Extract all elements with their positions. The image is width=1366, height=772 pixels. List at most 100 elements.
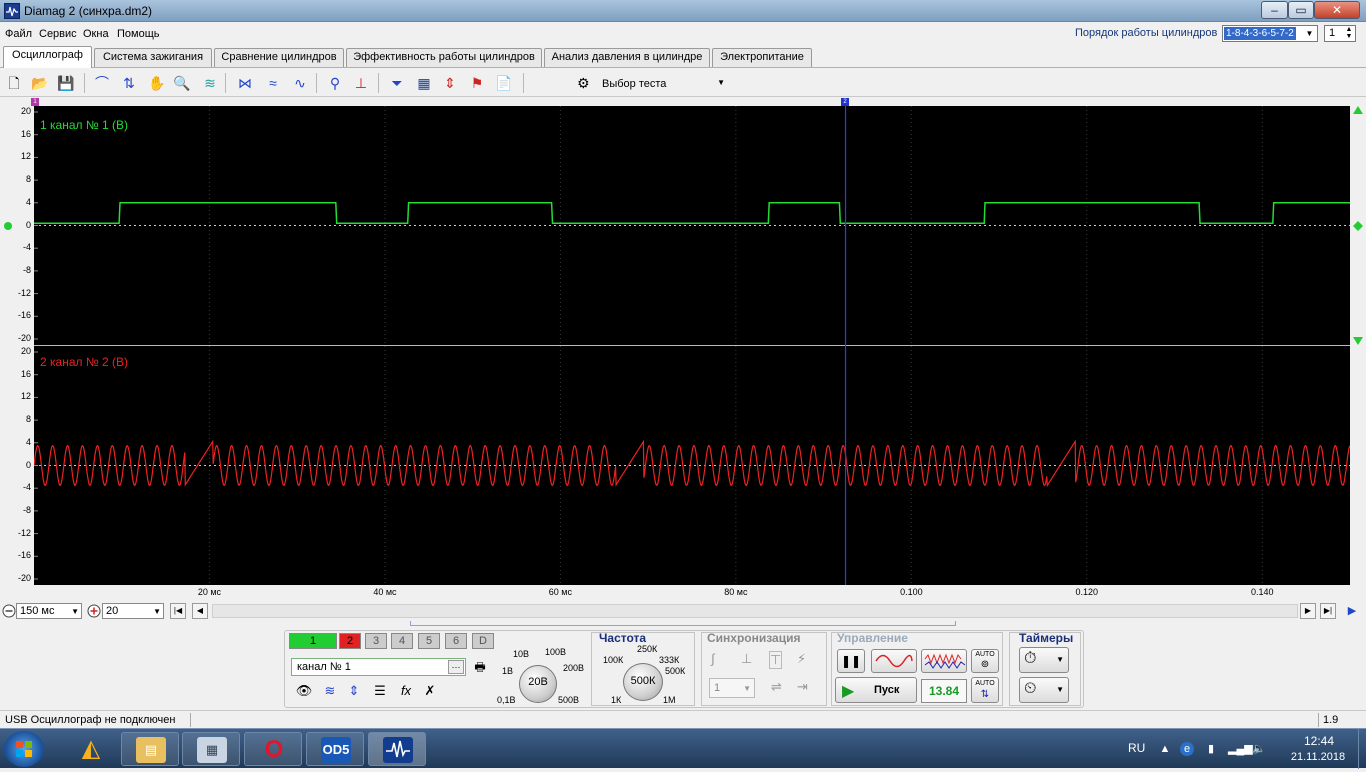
channel-1-offset-marker[interactable] [2,220,14,232]
timebase-select[interactable]: 150 мс ▼ [16,603,82,619]
clock-date[interactable]: 21.11.2018 [1286,751,1350,763]
taskbar-app-diamag[interactable] [368,732,426,766]
measure-icon[interactable]: ⇅ [118,72,140,94]
zoom-icon[interactable]: 🔍 [171,72,193,94]
panel-splitter[interactable] [410,621,956,626]
filter-icon[interactable]: ≋ [199,72,221,94]
channel-filter-icon[interactable]: ⏷ [386,72,408,94]
rising-edge-icon[interactable]: ∫ [711,651,715,666]
taskbar-app[interactable]: ▦ [182,732,240,766]
chevron-down-icon[interactable]: ▼ [1303,27,1316,40]
timer-1-button[interactable]: ⏱ ▼ [1019,647,1069,673]
grid-icon[interactable]: ▦ [413,72,435,94]
overlay-wave-icon[interactable]: ∿ [289,72,311,94]
channel-2-button[interactable]: 2 [339,633,361,649]
sync-level-icon[interactable]: ⇌ [771,679,782,695]
cursor-arc-icon[interactable]: ⌒ [91,72,113,94]
taskbar-app[interactable]: OD5 [306,732,364,766]
test-select[interactable]: ⚙ Выбор теста ▼ [572,72,730,94]
menu-file[interactable]: Файл [5,28,32,40]
tab-pressure-analysis[interactable]: Анализ давления в цилиндре [544,48,710,67]
horizontal-cursor-icon[interactable]: ⇕ [439,72,461,94]
scale-select[interactable]: 20 ▼ [102,603,164,619]
scroll-up-icon[interactable] [1352,105,1364,115]
show-desktop-button[interactable] [1358,729,1366,769]
taskbar-app[interactable]: ▤ [121,732,179,766]
menu-service[interactable]: Сервис [39,28,77,40]
tools-icon[interactable]: ✗ [419,681,441,701]
tab-ignition[interactable]: Система зажигания [94,48,212,67]
taskbar-app[interactable]: ◭ [62,732,118,766]
channel-1-button[interactable]: 1 [289,633,337,649]
wave-stack-icon[interactable]: ≈ [262,72,284,94]
channel-6-button[interactable]: 6 [445,633,467,649]
rising-step-icon[interactable]: ⊥ [741,651,752,667]
sync-channel-select[interactable]: 1 ▼ [709,678,755,698]
tray-app-icon[interactable]: e [1180,742,1194,756]
step-left-icon[interactable]: ◀ [192,603,208,619]
single-wave-button[interactable] [871,649,917,673]
channel-1-right-marker[interactable] [1352,220,1364,232]
eye-icon[interactable]: 👁 [293,681,315,701]
function-icon[interactable]: fx [395,681,417,701]
menu-windows[interactable]: Окна [83,28,109,40]
open-folder-icon[interactable]: 📂 [29,72,51,94]
channel-5-button[interactable]: 5 [418,633,440,649]
hand-icon[interactable]: ✋ [146,72,168,94]
tab-power-supply[interactable]: Электропитание [712,48,812,67]
go-start-icon[interactable]: |◀ [170,603,186,619]
channel-4-button[interactable]: 4 [391,633,413,649]
vertical-move-icon[interactable]: ⇕ [343,681,365,701]
cylinder-spinner[interactable]: 1 ▲ ▼ [1324,25,1356,42]
close-button[interactable]: ✕ [1314,1,1360,19]
play-icon[interactable]: ▶ [1344,604,1360,618]
auto-sync-icon[interactable]: ⚡ [797,651,806,667]
start-button[interactable]: ▶ Пуск [835,677,917,703]
horizontal-scrollbar[interactable] [212,604,1298,618]
cylinder-order-select[interactable]: 1-8-4-3-6-5-7-2 ▼ [1222,25,1318,42]
go-end-icon[interactable]: ▶| [1320,603,1336,619]
tab-oscilloscope[interactable]: Осциллограф [3,46,92,68]
scroll-down-icon[interactable] [1352,336,1364,346]
auto-mode-button[interactable]: AUTO ⊚ [971,649,999,673]
cursor-marker-1[interactable]: 1 [31,98,39,106]
tray-device-icon[interactable]: ▮ [1204,742,1218,756]
oscilloscope-screen[interactable] [34,106,1350,585]
pause-icon[interactable]: ❚❚ [837,649,865,673]
spread-icon[interactable]: ⋈ [234,72,256,94]
taskbar-app[interactable]: O [244,732,302,766]
signal-icon[interactable]: ▂▄▆ [1228,742,1253,756]
clock-time[interactable]: 12:44 [1290,734,1348,748]
filter-wave-icon[interactable]: ≋ [319,681,341,701]
flag-icon[interactable]: ⚑ [466,72,488,94]
auto-record-button[interactable]: AUTO ⇅ [971,677,999,703]
zoom-in-icon[interactable] [87,604,101,618]
sync-shift-icon[interactable]: ⇥ [797,679,808,695]
start-button[interactable] [4,731,44,767]
spinner-arrows-icon[interactable]: ▲ ▼ [1344,26,1354,40]
step-right-icon[interactable]: ▶ [1300,603,1316,619]
minimize-button[interactable]: – [1261,1,1288,19]
volume-icon[interactable]: 🔈 [1252,742,1266,756]
save-icon[interactable]: 💾 [55,72,77,94]
auto-scale-icon[interactable]: ⚲ [324,72,346,94]
timer-2-button[interactable]: ⏲ ▼ [1019,677,1069,703]
tab-cylinder-efficiency[interactable]: Эффективность работы цилиндров [346,48,542,67]
maximize-button[interactable]: ▭ [1288,1,1314,19]
channel-name-field[interactable]: канал № 1 ··· [291,658,466,676]
channel-3-button[interactable]: 3 [365,633,387,649]
line-style-icon[interactable]: ☰ [369,681,391,701]
tray-expand-icon[interactable]: ▲ [1158,742,1172,756]
channel-d-button[interactable]: D [472,633,494,649]
tab-cylinder-compare[interactable]: Сравнение цилиндров [214,48,344,67]
zero-offset-icon[interactable]: ⊥ [350,72,372,94]
channel-name-browse-button[interactable]: ··· [448,660,464,674]
probe-icon[interactable]: 🖶 [471,658,489,676]
notes-icon[interactable]: 📄 [493,72,515,94]
menu-help[interactable]: Помощь [117,28,160,40]
language-indicator[interactable]: RU [1128,741,1145,755]
falling-step-icon[interactable]: ⊤ [769,651,783,669]
cursor-marker-2[interactable]: 2 [841,98,849,106]
multi-wave-button[interactable] [921,649,967,673]
zoom-out-icon[interactable] [2,604,16,618]
